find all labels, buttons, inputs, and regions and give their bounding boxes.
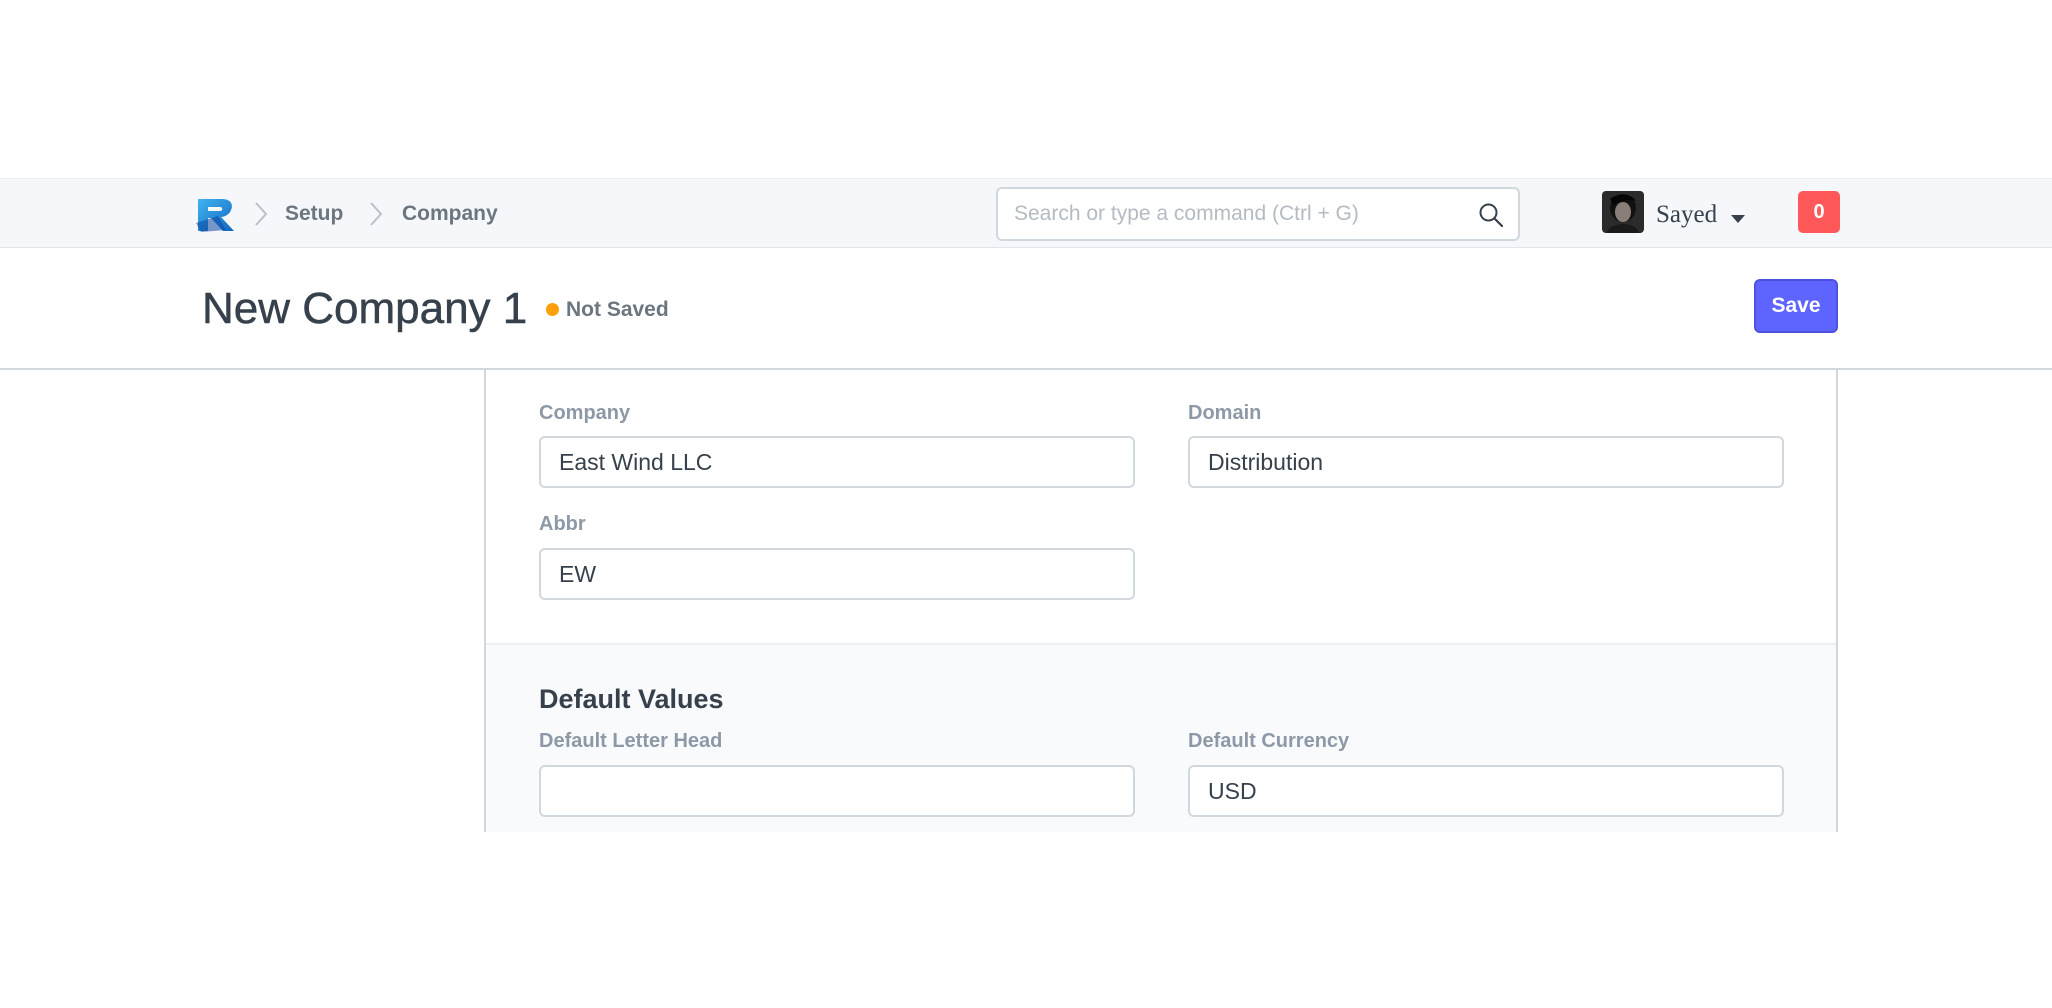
- default-currency-field[interactable]: [1188, 765, 1784, 817]
- company-field[interactable]: [539, 436, 1135, 488]
- domain-label: Domain: [1188, 402, 1262, 424]
- page-header: New Company 1 Not Saved Save: [0, 248, 2052, 370]
- app-logo-icon[interactable]: [196, 196, 240, 234]
- breadcrumb-setup[interactable]: Setup: [285, 202, 343, 226]
- status-badge: Not Saved: [566, 298, 669, 321]
- default-values-section: Default Values Default Letter Head Defau…: [486, 643, 1836, 832]
- user-menu-name[interactable]: Sayed: [1656, 201, 1717, 229]
- avatar[interactable]: [1602, 191, 1644, 233]
- abbr-label: Abbr: [539, 513, 586, 535]
- form-card: Company Domain Abbr Default Values Defau…: [484, 370, 1838, 832]
- save-button[interactable]: Save: [1754, 279, 1838, 333]
- breadcrumb-company[interactable]: Company: [402, 202, 498, 226]
- search-input[interactable]: [1014, 189, 1474, 239]
- page-title: New Company 1: [202, 284, 528, 334]
- default-letter-head-field[interactable]: [539, 765, 1135, 817]
- chevron-right-icon: [369, 201, 383, 227]
- company-label: Company: [539, 402, 631, 424]
- chevron-right-icon: [254, 201, 268, 227]
- abbr-field[interactable]: [539, 548, 1135, 600]
- navbar: Setup Company Sayed 0: [0, 178, 2052, 248]
- default-letter-head-label: Default Letter Head: [539, 730, 723, 752]
- section-title: Default Values: [539, 684, 724, 714]
- status-indicator: [546, 303, 559, 316]
- search-icon[interactable]: [1478, 202, 1504, 228]
- domain-field[interactable]: [1188, 436, 1784, 488]
- caret-down-icon[interactable]: [1731, 211, 1745, 223]
- notification-badge[interactable]: 0: [1798, 191, 1840, 233]
- default-currency-label: Default Currency: [1188, 730, 1350, 752]
- search-box[interactable]: [996, 187, 1520, 241]
